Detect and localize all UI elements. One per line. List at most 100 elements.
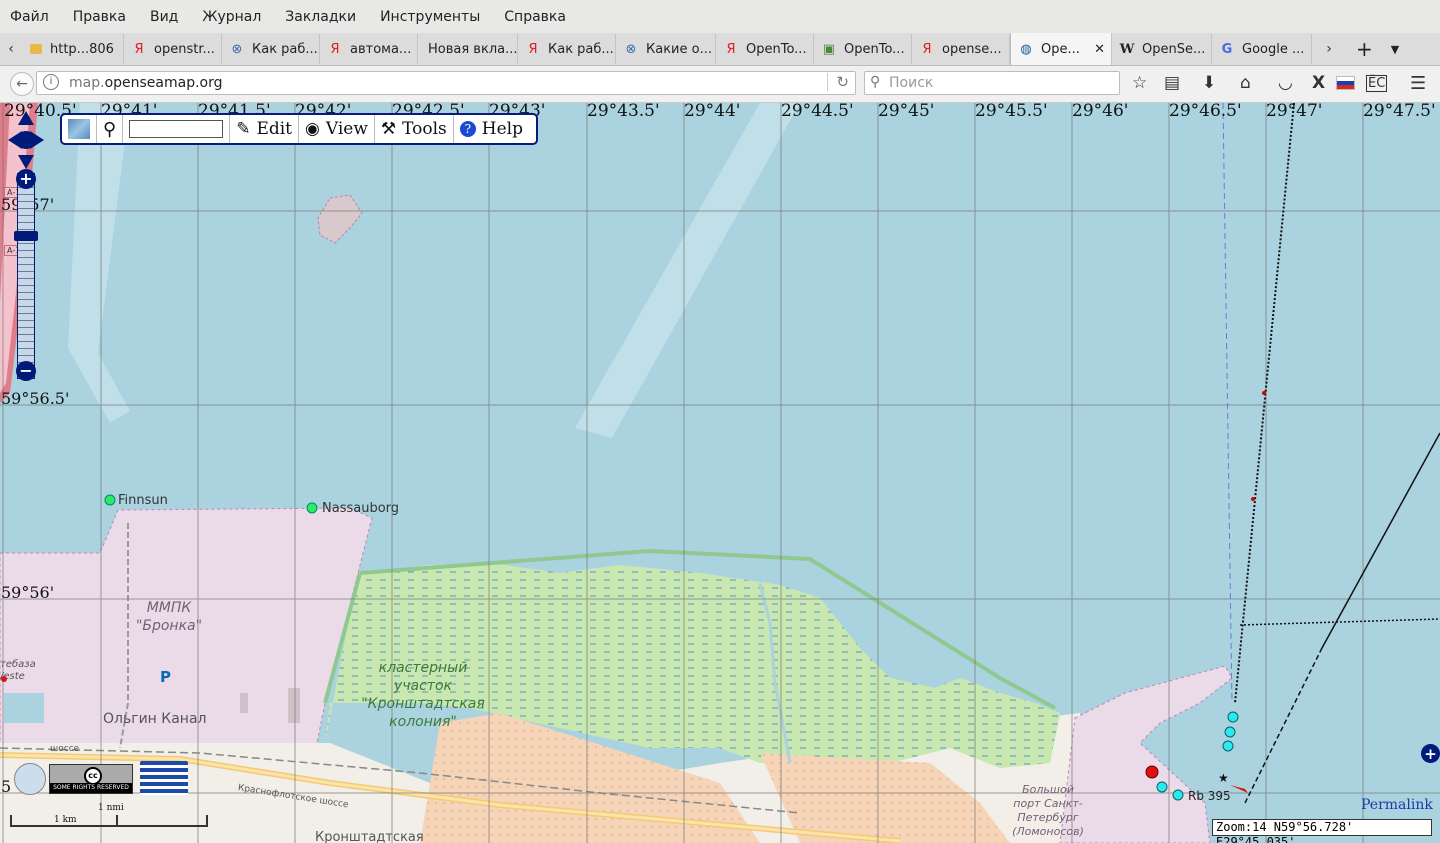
zoom-out-icon[interactable]: − xyxy=(16,361,36,381)
channel-line xyxy=(1222,103,1233,704)
tab[interactable]: Я Как раб... xyxy=(518,34,616,64)
google-icon: G xyxy=(1221,41,1233,57)
map-logo-icon[interactable] xyxy=(62,115,97,143)
url-bar[interactable]: i map.openseamap.org ↻ xyxy=(36,71,856,95)
area-label: кластерный участок "Кронштадтская колони… xyxy=(361,660,485,730)
bookmark-star-icon[interactable]: ☆ xyxy=(1132,73,1147,93)
tools-button[interactable]: ⚒ Tools xyxy=(375,115,454,143)
view-button[interactable]: ◉ View xyxy=(299,115,375,143)
cc-license-badge[interactable]: cc SOME RIGHTS RESERVED xyxy=(49,764,133,794)
menu-history[interactable]: Журнал xyxy=(202,9,261,25)
buoy-marker xyxy=(1262,391,1266,395)
wikipedia-icon: W xyxy=(1119,41,1135,57)
buoy-marker xyxy=(1251,497,1255,501)
parking-label: P xyxy=(160,668,171,686)
buoy-marker[interactable] xyxy=(1156,781,1168,793)
map-icon: ▣ xyxy=(822,41,836,57)
back-arrow-icon[interactable]: ← xyxy=(10,72,34,96)
menu-bookmarks[interactable]: Закладки xyxy=(285,9,356,25)
pan-control[interactable] xyxy=(6,109,46,173)
edit-icon: ✎ xyxy=(236,119,251,139)
x-extension-icon[interactable]: X xyxy=(1312,73,1325,93)
tab[interactable]: W OpenSe... xyxy=(1112,34,1212,64)
site-icon: ⊗ xyxy=(625,41,637,57)
yandex-icon: Я xyxy=(134,41,144,57)
folder-icon xyxy=(30,44,42,54)
tab-list-icon[interactable]: ▼ xyxy=(1391,43,1399,56)
info-icon[interactable]: i xyxy=(43,74,59,90)
place-label: Ольгин Канал xyxy=(103,711,207,727)
tab[interactable]: Яopense... xyxy=(912,34,1010,64)
light-marker xyxy=(1230,785,1248,793)
buoy-marker[interactable] xyxy=(1227,711,1239,723)
zoom-slider[interactable] xyxy=(17,173,35,379)
menu-help[interactable]: Справка xyxy=(504,9,566,25)
buoy-marker[interactable] xyxy=(1145,765,1159,779)
help-button[interactable]: ? Help xyxy=(454,115,529,143)
reading-list-icon[interactable]: ▤ xyxy=(1164,73,1180,93)
search-bar[interactable]: ⚲ Поиск xyxy=(864,71,1120,95)
close-tab-icon[interactable]: ✕ xyxy=(1094,42,1105,57)
layer-switcher-icon[interactable]: + xyxy=(1421,744,1440,763)
lon-label: 29°45.5' xyxy=(975,103,1048,121)
building xyxy=(240,693,248,713)
tab[interactable]: http...806 xyxy=(22,34,124,64)
lon-label: 29°46' xyxy=(1072,103,1129,121)
home-icon[interactable]: ⌂ xyxy=(1240,73,1251,93)
site-icon: ⊗ xyxy=(231,41,243,57)
yandex-icon: Я xyxy=(726,41,736,57)
area-label: Большой порт Санкт- Петербург (Ломоносов… xyxy=(1012,783,1084,838)
hamburger-menu-icon[interactable]: ☰ xyxy=(1410,73,1426,94)
tab-scroll-right-icon[interactable]: › xyxy=(1318,41,1340,57)
search-icon[interactable]: ⚲ xyxy=(97,115,124,143)
lon-label: 29°47' xyxy=(1266,103,1323,121)
url-text: map.openseamap.org xyxy=(69,75,223,91)
menu-edit[interactable]: Правка xyxy=(73,9,126,25)
download-icon[interactable]: ⬇ xyxy=(1202,73,1216,93)
tab[interactable]: Яopenstr... xyxy=(124,34,222,64)
buoy-marker[interactable] xyxy=(1224,726,1236,738)
place-label: Finnsun xyxy=(118,493,168,508)
pocket-icon[interactable]: ◡ xyxy=(1278,73,1293,93)
map-search-input[interactable] xyxy=(129,120,224,138)
place-label: тебаза xyxy=(0,659,36,670)
buoy-marker[interactable] xyxy=(1222,740,1234,752)
new-tab-icon[interactable]: + xyxy=(1356,37,1373,61)
permalink-link[interactable]: Permalink xyxy=(1361,797,1433,813)
zoom-handle[interactable] xyxy=(14,231,38,241)
search-field-wrap xyxy=(123,115,231,143)
buoy-marker[interactable] xyxy=(1172,789,1184,801)
lon-label: 29°43.5' xyxy=(587,103,660,121)
menu-view[interactable]: Вид xyxy=(150,9,178,25)
scale-bar-nmi xyxy=(116,815,208,827)
tab[interactable]: ⊗ Какие о... xyxy=(616,34,716,64)
poi-marker[interactable] xyxy=(306,502,318,514)
tab[interactable]: Я OpenTo... xyxy=(716,34,814,64)
tab[interactable]: ⊗ Как раб... xyxy=(222,34,320,64)
search-input[interactable]: Поиск xyxy=(889,75,933,91)
tab[interactable]: Новая вкла... xyxy=(418,34,518,64)
fairway-line xyxy=(1234,103,1295,704)
tab[interactable]: G Google ... xyxy=(1212,34,1312,64)
russian-flag-icon[interactable] xyxy=(1336,76,1355,90)
magnifier-icon[interactable] xyxy=(14,763,46,795)
lon-label: 29°44.5' xyxy=(781,103,854,121)
tab-bar: ‹ http...806 Яopenstr... ⊗ Как раб... Яав… xyxy=(0,33,1440,66)
translate-icon[interactable]: ЁC xyxy=(1366,75,1388,92)
seamap-logo-icon xyxy=(140,761,188,795)
menu-tools[interactable]: Инструменты xyxy=(380,9,480,25)
tab-scroll-left-icon[interactable]: ‹ xyxy=(0,41,22,57)
poi-marker[interactable] xyxy=(104,494,116,506)
zoom-in-icon[interactable]: + xyxy=(16,169,36,189)
tab[interactable]: Яавтома... xyxy=(320,34,418,64)
zoom-status: Zoom:14 N59°56.728' E29°45.035' xyxy=(1212,819,1432,843)
tab-active[interactable]: ◍ Ope... ✕ xyxy=(1010,33,1112,65)
menu-file[interactable]: Файл xyxy=(10,9,49,25)
edit-button[interactable]: ✎ Edit xyxy=(230,115,299,143)
lon-label: 29°45' xyxy=(878,103,935,121)
reload-icon[interactable]: ↻ xyxy=(827,73,849,91)
buoy-label: Rb 395 xyxy=(1188,789,1231,803)
map-canvas[interactable]: 29°40.5' 29°41' 29°41.5' 29°42' 29°42.5'… xyxy=(0,103,1440,843)
tab[interactable]: ▣ OpenTo... xyxy=(814,34,912,64)
star-icon: ★ xyxy=(1218,771,1229,785)
